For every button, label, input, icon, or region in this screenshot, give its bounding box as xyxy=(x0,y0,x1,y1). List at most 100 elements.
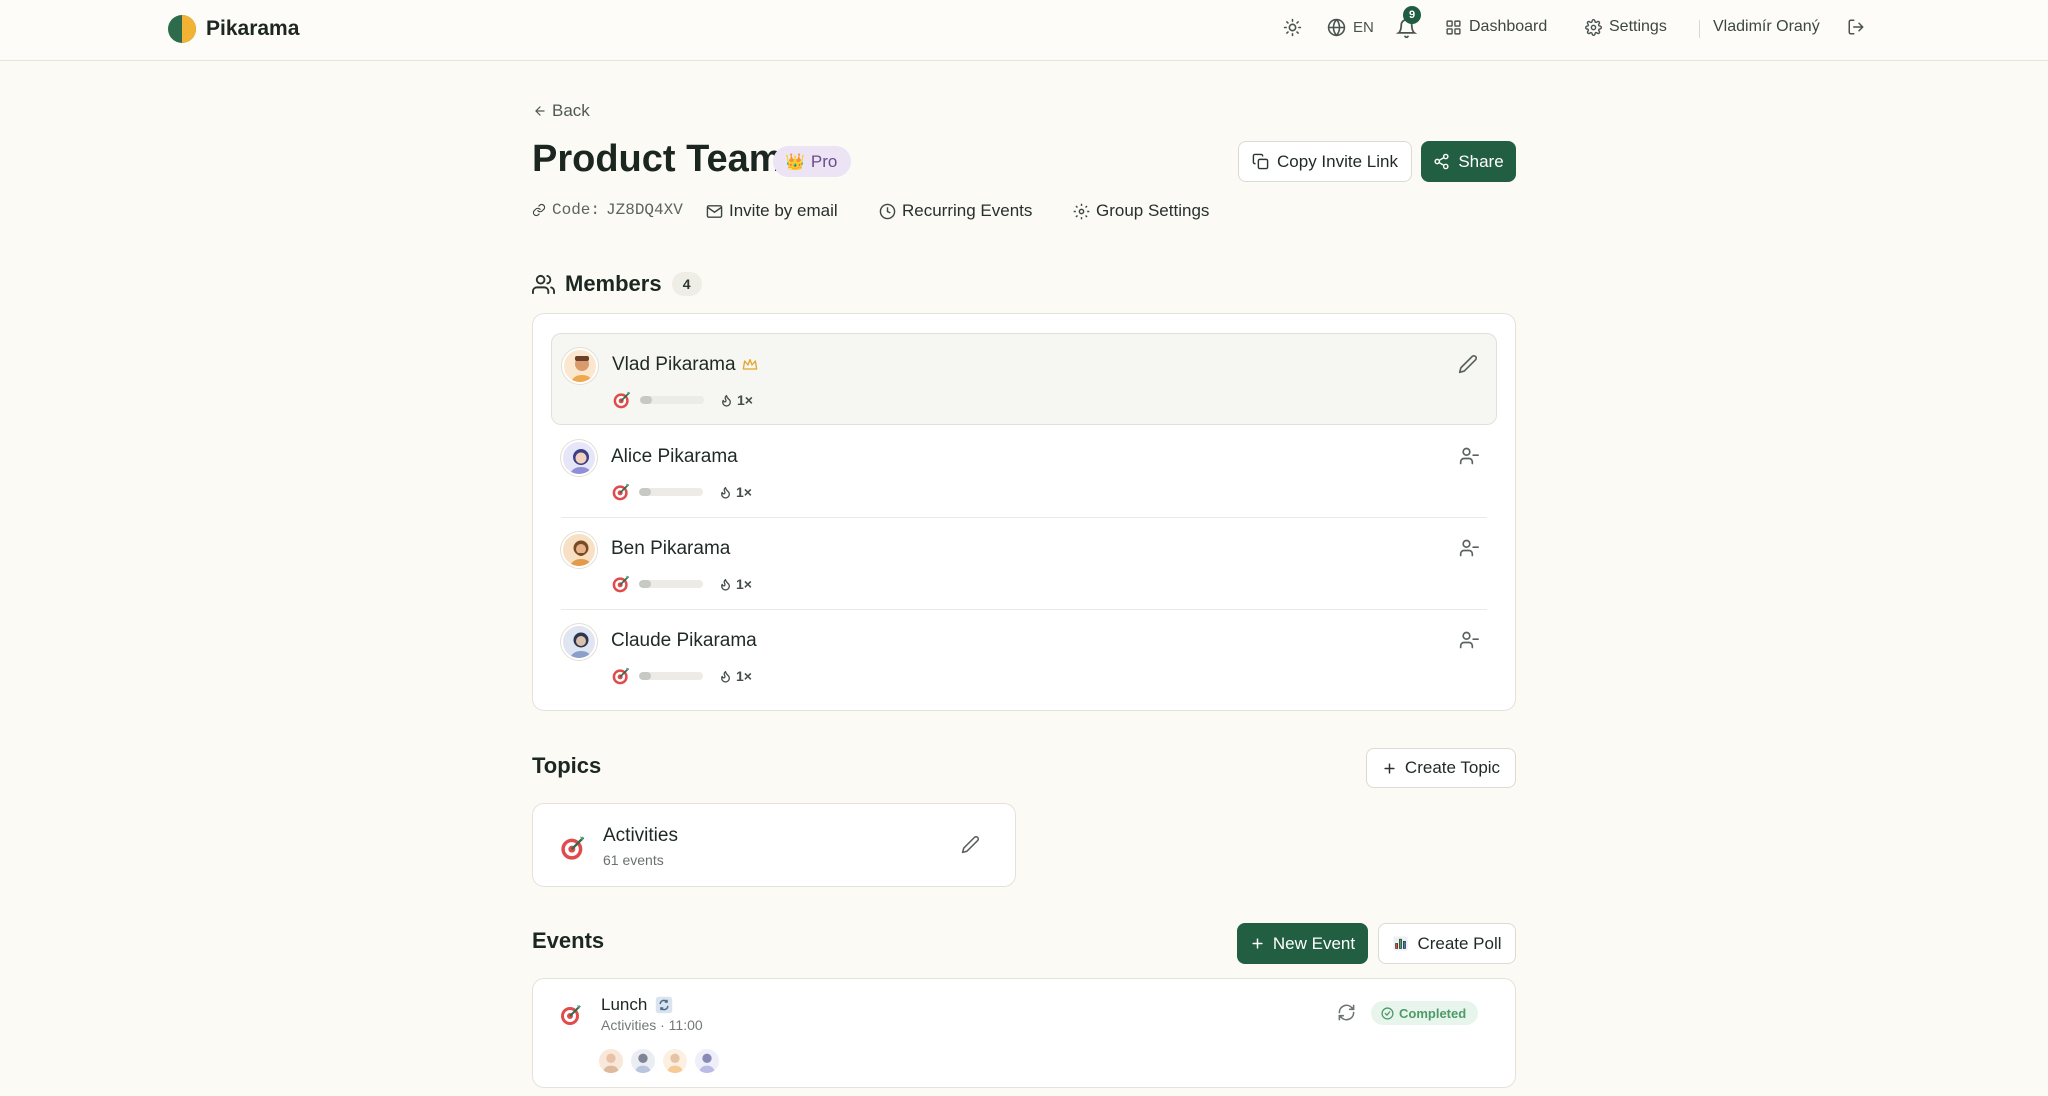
events-title: Events xyxy=(532,928,605,953)
grid-icon xyxy=(1446,19,1461,35)
avatar xyxy=(561,532,597,568)
member-row[interactable]: Claude Pikarama 1× xyxy=(551,610,1497,702)
language-label: EN xyxy=(1353,19,1374,36)
streak-value: 1× xyxy=(736,576,752,592)
events-header: Events xyxy=(532,928,604,954)
recurring-events-button[interactable]: Recurring Events xyxy=(879,201,1032,221)
streak-counter: 1× xyxy=(719,668,752,684)
status-label: Completed xyxy=(1399,1005,1467,1021)
share-button[interactable]: Share xyxy=(1421,141,1516,182)
member-name: Ben Pikarama xyxy=(611,538,730,560)
member-progress: 1× xyxy=(611,574,752,594)
language-switcher[interactable]: EN xyxy=(1327,18,1374,37)
recurring-events-label: Recurring Events xyxy=(902,201,1033,220)
copy-icon xyxy=(1252,153,1269,170)
edit-topic-button[interactable] xyxy=(961,835,980,854)
plan-label: Pro xyxy=(810,151,838,171)
event-meta: Activities · 11:00 xyxy=(601,1017,703,1033)
create-topic-label: Create Topic xyxy=(1404,758,1501,777)
members-title: Members xyxy=(565,271,662,296)
streak-value: 1× xyxy=(736,668,752,684)
streak-value: 1× xyxy=(736,484,752,500)
logout-icon xyxy=(1848,19,1864,35)
streak-counter: 1× xyxy=(720,392,753,408)
member-progress: 1× xyxy=(611,666,752,686)
plan-badge: 👑 Pro xyxy=(773,146,852,177)
event-card[interactable]: Lunch Activities · 11:00 Completed xyxy=(532,978,1516,1088)
participant-avatar xyxy=(693,1047,721,1075)
copy-invite-link-button[interactable]: Copy Invite Link xyxy=(1238,141,1412,182)
logout-button[interactable] xyxy=(1847,18,1865,36)
member-row[interactable]: Ben Pikarama 1× xyxy=(551,518,1497,610)
progress-fill xyxy=(639,580,651,588)
remove-member-button[interactable] xyxy=(1459,446,1481,468)
back-label: Back xyxy=(552,101,590,120)
dashboard-label: Dashboard xyxy=(1469,18,1548,35)
progress-bar xyxy=(639,580,703,588)
page-title: Product Team xyxy=(532,138,783,180)
group-settings-label: Group Settings xyxy=(1096,201,1210,220)
user-minus-icon xyxy=(1459,539,1479,557)
new-event-button[interactable]: New Event xyxy=(1237,923,1368,964)
users-icon xyxy=(532,274,555,294)
user-menu[interactable]: Vladimír Oraný xyxy=(1713,18,1820,36)
settings-label: Settings xyxy=(1609,18,1667,35)
topic-card[interactable]: Activities 61 events xyxy=(532,803,1016,887)
flame-icon xyxy=(721,670,730,683)
progress-bar xyxy=(639,672,703,680)
progress-fill xyxy=(639,672,651,680)
remove-member-button[interactable] xyxy=(1459,630,1481,652)
avatar xyxy=(561,624,597,660)
event-name: Lunch xyxy=(601,995,673,1015)
sun-icon xyxy=(1283,18,1302,37)
check-circle-icon xyxy=(1381,1006,1394,1020)
back-link[interactable]: Back xyxy=(533,101,590,121)
mail-icon xyxy=(706,204,723,218)
member-name: Vlad Pikarama xyxy=(612,354,758,376)
code-value: JZ8DQ4XV xyxy=(606,201,683,219)
member-name: Claude Pikarama xyxy=(611,630,757,652)
edit-member-button[interactable] xyxy=(1458,354,1480,376)
create-topic-button[interactable]: Create Topic xyxy=(1366,748,1516,788)
invite-by-email-button[interactable]: Invite by email xyxy=(706,201,838,221)
bar-chart-icon xyxy=(1393,936,1409,951)
target-icon xyxy=(561,1005,581,1025)
plus-icon xyxy=(1384,762,1395,774)
dashboard-link[interactable]: Dashboard xyxy=(1445,18,1547,36)
participant-avatar xyxy=(661,1047,689,1075)
remove-member-button[interactable] xyxy=(1459,538,1481,560)
brand[interactable]: Pikarama xyxy=(168,15,299,43)
user-name: Vladimír Oraný xyxy=(1713,18,1820,35)
member-progress: 1× xyxy=(611,482,752,502)
crown-icon xyxy=(742,358,757,370)
share-icon xyxy=(1434,153,1449,170)
flame-icon xyxy=(721,578,730,591)
new-event-label: New Event xyxy=(1272,933,1356,953)
participant-avatar xyxy=(629,1047,657,1075)
member-row[interactable]: Alice Pikarama 1× xyxy=(551,426,1497,518)
nav-divider xyxy=(1699,20,1700,38)
target-icon xyxy=(561,836,585,860)
recurring-toggle-button[interactable] xyxy=(1337,1003,1356,1022)
group-settings-button[interactable]: Group Settings xyxy=(1073,201,1209,221)
pencil-icon xyxy=(961,836,979,854)
member-row[interactable]: Vlad Pikarama 1× xyxy=(551,333,1497,425)
streak-counter: 1× xyxy=(719,576,752,592)
plus-icon xyxy=(1252,938,1263,949)
settings-link[interactable]: Settings xyxy=(1585,18,1667,36)
member-name: Alice Pikarama xyxy=(611,446,738,468)
progress-bar xyxy=(639,488,703,496)
gear-icon xyxy=(1073,203,1090,219)
group-code[interactable]: Code: JZ8DQ4XV xyxy=(532,201,683,219)
repeat-badge-icon xyxy=(656,996,673,1014)
create-poll-button[interactable]: Create Poll xyxy=(1378,923,1516,964)
topics-header: Topics xyxy=(532,753,601,779)
member-progress: 1× xyxy=(612,390,753,410)
topic-event-count: 61 events xyxy=(603,852,664,868)
topics-title: Topics xyxy=(532,753,602,778)
avatar xyxy=(561,440,597,476)
member-name-text: Vlad Pikarama xyxy=(612,354,736,375)
member-name-text: Claude Pikarama xyxy=(611,630,757,651)
theme-toggle-button[interactable] xyxy=(1283,18,1302,37)
member-name-text: Alice Pikarama xyxy=(611,446,738,467)
